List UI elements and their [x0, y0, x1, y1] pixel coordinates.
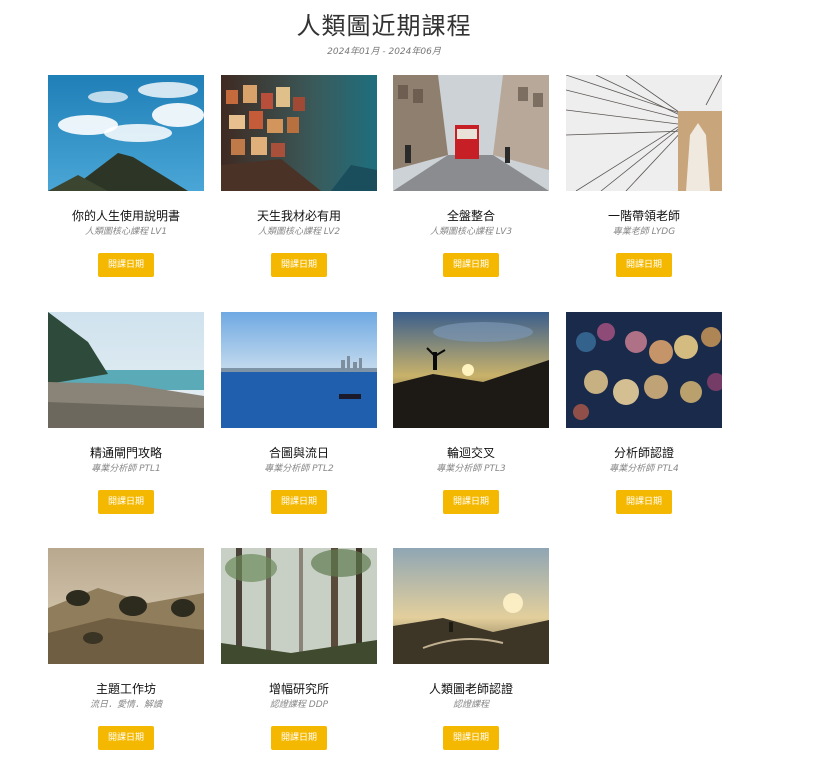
course-subtitle: 專業分析師 PTL1: [91, 464, 161, 474]
tram-street-image[interactable]: [393, 75, 549, 191]
course-date-button[interactable]: 開課日期: [443, 253, 499, 277]
page-subtitle: 2024年01月 - 2024年06月: [327, 47, 441, 57]
course-subtitle: 人類圖核心課程 LV1: [84, 227, 168, 237]
course-title: 合圖與流日: [268, 446, 329, 460]
course-date-button[interactable]: 開課日期: [616, 253, 672, 277]
course-date-button[interactable]: 開課日期: [271, 726, 327, 750]
course-title: 天生我材必有用: [256, 209, 341, 223]
course-subtitle: 專業分析師 PTL3: [436, 464, 506, 474]
course-title: 你的人生使用說明書: [71, 209, 180, 223]
bokeh-lights-image[interactable]: [566, 312, 722, 428]
sunset-jump-image[interactable]: [393, 312, 549, 428]
course-subtitle: 專業分析師 PTL2: [264, 464, 334, 474]
course-subtitle: 專業老師 LYDG: [612, 227, 676, 237]
course-title: 精通閘門攻略: [89, 446, 162, 460]
course-date-button[interactable]: 開課日期: [98, 726, 154, 750]
mountain-sky-image[interactable]: [48, 75, 204, 191]
course-title: 主題工作坊: [95, 682, 156, 696]
page-title: 人類圖近期課程: [296, 12, 472, 40]
course-date-button[interactable]: 開課日期: [98, 253, 154, 277]
course-title: 分析師認證: [613, 446, 674, 460]
course-title: 人類圖老師認證: [428, 682, 513, 696]
cliff-village-image[interactable]: [221, 75, 377, 191]
valley-sunset-image[interactable]: [393, 548, 549, 664]
course-date-button[interactable]: 開課日期: [98, 490, 154, 514]
course-date-button[interactable]: 開課日期: [271, 490, 327, 514]
course-grid: 人類圖近期課程 2024年01月 - 2024年06月 你的人生使用說明書 人類…: [0, 0, 832, 778]
course-subtitle: 流日．愛情．解讀: [89, 700, 162, 710]
course-subtitle: 人類圖核心課程 LV3: [429, 227, 513, 237]
course-subtitle: 認證課程: [452, 700, 489, 710]
sea-skyline-image[interactable]: [221, 312, 377, 428]
course-subtitle: 認證課程 DDP: [269, 700, 329, 710]
course-title: 輪迴交叉: [446, 446, 495, 460]
course-subtitle: 人類圖核心課程 LV2: [257, 227, 341, 237]
bridge-cables-image[interactable]: [566, 75, 722, 191]
course-date-button[interactable]: 開課日期: [271, 253, 327, 277]
hills-trees-image[interactable]: [48, 548, 204, 664]
course-title: 增幅研究所: [268, 682, 329, 696]
forest-fog-image[interactable]: [221, 548, 377, 664]
beach-shore-image[interactable]: [48, 312, 204, 428]
course-date-button[interactable]: 開課日期: [616, 490, 672, 514]
course-title: 全盤整合: [446, 209, 495, 223]
course-date-button[interactable]: 開課日期: [443, 490, 499, 514]
course-date-button[interactable]: 開課日期: [443, 726, 499, 750]
course-title: 一階帶領老師: [607, 209, 680, 223]
course-subtitle: 專業分析師 PTL4: [609, 464, 679, 474]
